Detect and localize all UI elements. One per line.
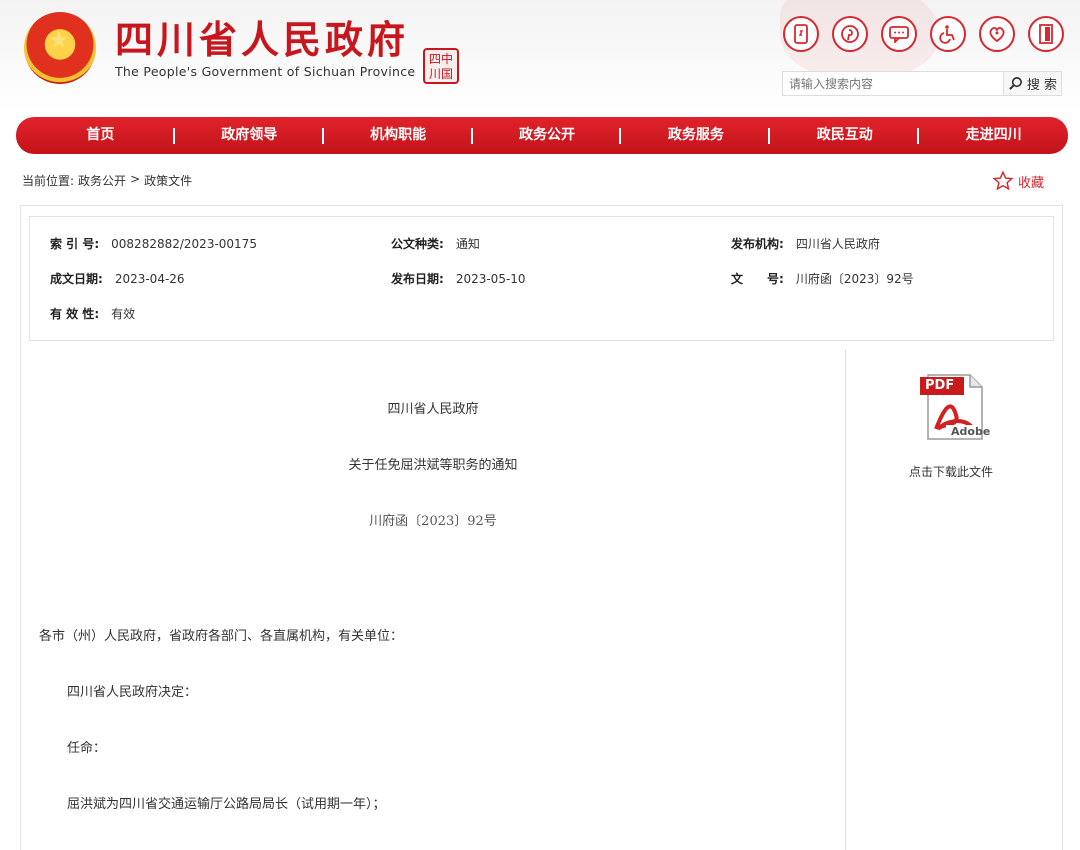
meta-published-value: 2023-05-10 <box>455 272 526 286</box>
meta-doc-type-label: 公文种类: <box>391 237 444 251</box>
meta-issuer-value: 四川省人民政府 <box>795 237 880 251</box>
site-header: ★ 四川省人民政府 The People's Government of Sic… <box>0 0 1080 112</box>
pinterest-like-icon[interactable] <box>832 16 868 52</box>
meta-index-value: 008282882/2023-00175 <box>111 237 257 251</box>
meta-issuer: 发布机构: 四川省人民政府 <box>731 234 880 254</box>
breadcrumb: 当前位置: 政务公开 > 政策文件 <box>22 172 192 189</box>
meta-published: 发布日期: 2023-05-10 <box>391 269 526 289</box>
pdf-badge-text: PDF <box>925 378 955 393</box>
nav-item-home[interactable]: 首页 <box>26 117 175 154</box>
document-number: 川府函〔2023〕92号 <box>369 514 497 529</box>
meta-docnum-value: 川府函〔2023〕92号 <box>795 272 914 286</box>
utility-icons <box>783 16 1064 52</box>
nav-item-interaction[interactable]: 政民互动 <box>770 117 920 154</box>
breadcrumb-prefix: 当前位置: <box>22 174 75 188</box>
meta-index: 索 引 号: 008282882/2023-00175 <box>50 234 257 254</box>
content-divider <box>845 350 846 850</box>
meta-doc-type: 公文种类: 通知 <box>391 234 480 254</box>
favorite-button[interactable]: 收藏 <box>992 170 1044 192</box>
adobe-text: Adobe <box>951 425 991 438</box>
breadcrumb-separator: > <box>130 172 141 186</box>
star-icon <box>992 170 1014 191</box>
document-paragraph: 四川省人民政府决定： <box>67 685 198 700</box>
document-issuer: 四川省人民政府 <box>387 402 479 417</box>
content-panel: 索 引 号: 008282882/2023-00175 公文种类: 通知 发布机构:… <box>20 205 1063 850</box>
site-title[interactable]: 四川省人民政府 <box>115 18 409 62</box>
main-nav: 首页 政府领导 机构职能 政务公开 政务服务 政民互动 走进四川 <box>16 117 1068 154</box>
search-button-label: 搜 索 <box>1026 78 1058 93</box>
breadcrumb-item-gov-affairs[interactable]: 政务公开 <box>78 172 126 189</box>
accessibility-icon[interactable] <box>930 16 966 52</box>
pdf-download-icon[interactable]: PDF Adobe <box>916 371 990 441</box>
nav-item-functions[interactable]: 机构职能 <box>324 117 473 154</box>
meta-doc-type-value: 通知 <box>455 237 480 251</box>
exit-door-icon[interactable] <box>1028 16 1064 52</box>
meta-created-value: 2023-04-26 <box>114 272 185 286</box>
meta-docnum-label: 文 号: <box>731 272 784 286</box>
document-paragraph: 屈洪斌为四川省交通运输厅公路局局长（试用期一年）； <box>67 797 386 812</box>
meta-validity: 有 效 性: 有效 <box>50 304 135 324</box>
document-paragraph: 任命： <box>67 741 107 756</box>
meta-issuer-label: 发布机构: <box>731 237 784 251</box>
search-box: 搜 索 <box>782 71 1062 96</box>
meta-docnum: 文 号: 川府函〔2023〕92号 <box>731 269 914 289</box>
message-icon[interactable] <box>881 16 917 52</box>
meta-validity-label: 有 效 性: <box>50 307 100 321</box>
nav-item-leaders[interactable]: 政府领导 <box>175 117 324 154</box>
breadcrumb-item-policy-docs[interactable]: 政策文件 <box>144 172 192 189</box>
meta-index-label: 索 引 号: <box>50 237 100 251</box>
national-emblem-icon[interactable]: ★ <box>24 12 96 84</box>
elderly-care-icon[interactable] <box>979 16 1015 52</box>
search-button[interactable]: 搜 索 <box>1003 72 1061 95</box>
document-metadata: 索 引 号: 008282882/2023-00175 公文种类: 通知 发布机构:… <box>29 216 1054 341</box>
document-title: 关于任免屈洪斌等职务的通知 <box>348 458 518 473</box>
favorite-label: 收藏 <box>1018 175 1045 191</box>
meta-published-label: 发布日期: <box>391 272 444 286</box>
search-icon <box>1009 77 1022 90</box>
search-input[interactable] <box>783 72 1003 95</box>
nav-item-gov-affairs[interactable]: 政务公开 <box>473 117 622 154</box>
mobile-icon[interactable] <box>783 16 819 52</box>
site-subtitle: The People's Government of Sichuan Provi… <box>115 64 416 79</box>
meta-created-label: 成文日期: <box>50 272 103 286</box>
meta-created: 成文日期: 2023-04-26 <box>50 269 185 289</box>
nav-item-about-sichuan[interactable]: 走进四川 <box>919 117 1068 154</box>
seal-logo-icon: 四中 川国 <box>423 48 459 84</box>
document-salutation: 各市（州）人民政府，省政府各部门、各直属机构，有关单位： <box>39 629 404 644</box>
meta-validity-value: 有效 <box>111 307 136 321</box>
download-file-link[interactable]: 点击下载此文件 <box>881 463 1021 480</box>
nav-item-services[interactable]: 政务服务 <box>621 117 771 154</box>
